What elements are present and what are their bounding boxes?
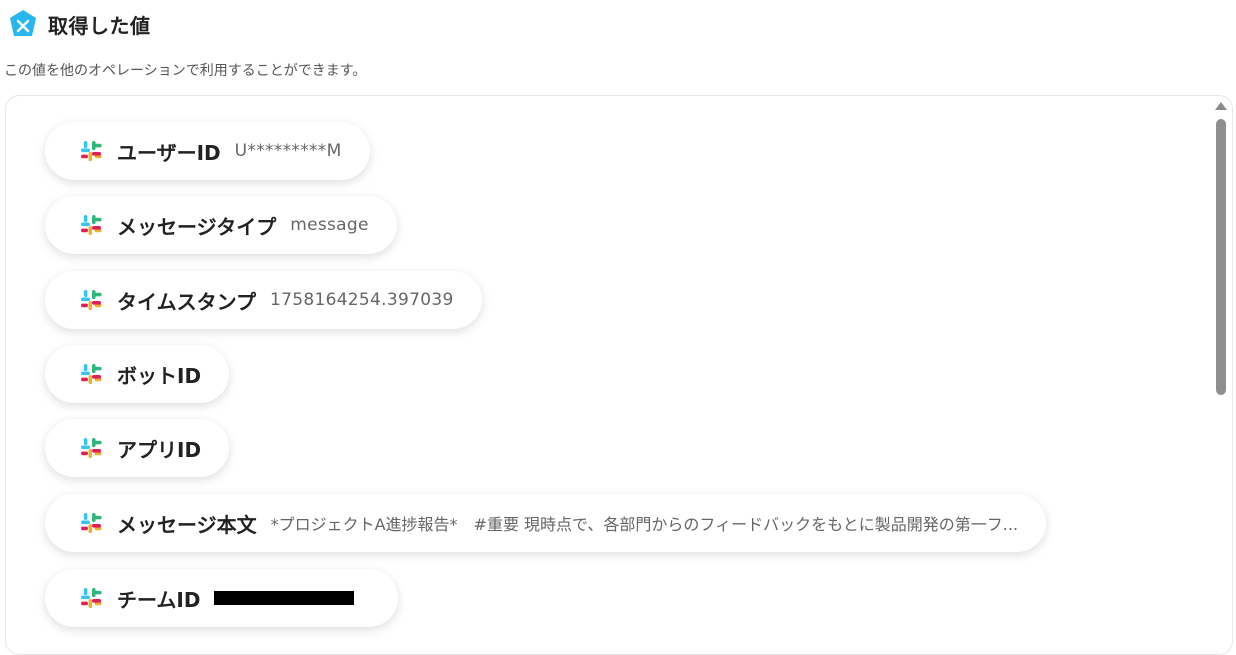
value-item-user-id[interactable]: ユーザーID U*********M <box>45 122 370 180</box>
slack-icon <box>81 588 102 608</box>
value-label: メッセージタイプ <box>117 214 277 239</box>
value-text: *プロジェクトA進捗報告* #重要 現時点で、各部門からのフィードバックをもとに… <box>270 515 1019 534</box>
value-item-timestamp[interactable]: タイムスタンプ 1758164254.397039 <box>45 271 482 329</box>
page-title: 取得した値 <box>48 13 151 38</box>
redacted-value <box>214 591 355 605</box>
slack-icon <box>81 290 102 310</box>
value-text: message <box>290 215 369 235</box>
value-text: 1758164254.397039 <box>270 290 454 310</box>
page-subtitle: この値を他のオペレーションで利用することができます。 <box>4 63 367 79</box>
value-item-team-id[interactable]: チームID <box>45 569 399 627</box>
scroll-up-arrow-icon[interactable] <box>1215 102 1227 110</box>
value-text: U*********M <box>234 141 342 161</box>
value-item-message-type[interactable]: メッセージタイプ message <box>45 196 397 254</box>
scrollbar-thumb[interactable] <box>1216 119 1226 395</box>
scrollbar[interactable] <box>1212 98 1230 638</box>
slack-icon <box>81 141 102 161</box>
value-item-bot-id[interactable]: ボットID <box>45 345 230 403</box>
value-label: タイムスタンプ <box>117 289 256 314</box>
value-label: メッセージ本文 <box>117 512 257 537</box>
value-label: ボットID <box>117 363 202 388</box>
slack-icon <box>81 513 102 533</box>
value-item-message-body[interactable]: メッセージ本文 *プロジェクトA進捗報告* #重要 現時点で、各部門からのフィー… <box>45 494 1047 552</box>
slack-icon <box>81 215 102 235</box>
header: 取得した値 <box>8 8 151 40</box>
yoom-logo-icon <box>8 9 38 39</box>
value-label: チームID <box>117 587 201 612</box>
slack-icon <box>81 364 102 384</box>
value-label: アプリID <box>117 437 202 462</box>
value-item-app-id[interactable]: アプリID <box>45 419 230 477</box>
slack-icon <box>81 438 102 458</box>
values-panel: ユーザーID U*********M メッセージタイプ message タイムス… <box>5 95 1233 655</box>
value-label: ユーザーID <box>117 140 221 165</box>
